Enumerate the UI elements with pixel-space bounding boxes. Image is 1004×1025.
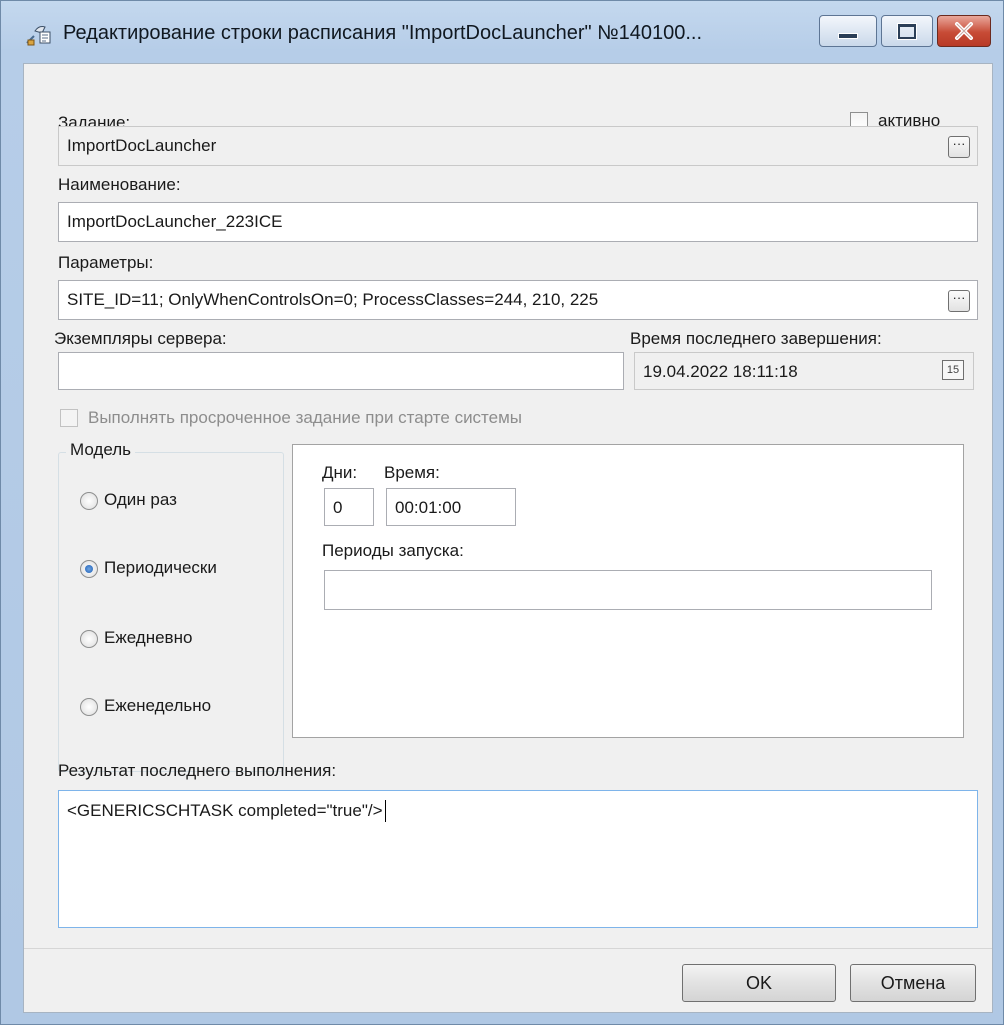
close-button[interactable] [937,15,991,47]
task-field: ImportDocLauncher [58,126,978,166]
window-title: Редактирование строки расписания "Import… [63,22,703,44]
parameters-input[interactable]: SITE_ID=11; OnlyWhenControlsOn=0; Proces… [58,280,978,320]
footer-divider [24,948,992,949]
radio-once-label: Один раз [104,490,177,509]
minimize-icon [838,33,858,39]
radio-once[interactable] [80,492,98,510]
dialog-client-area: Задание: активно ImportDocLauncher ··· Н… [23,63,993,1013]
maximize-icon [898,23,916,39]
radio-selected-dot [85,565,93,573]
text-caret [384,800,386,822]
last-completion-field: 19.04.2022 18:11:18 [634,352,974,390]
radio-weekly[interactable] [80,698,98,716]
server-instances-input[interactable] [58,352,624,390]
time-label: Время: [384,463,440,482]
dialog-window: Редактирование строки расписания "Import… [0,0,1004,1025]
last-result-label: Результат последнего выполнения: [58,761,337,780]
last-completion-label: Время последнего завершения: [630,329,882,348]
last-completion-value: 19.04.2022 18:11:18 [643,362,798,381]
run-overdue-checkbox[interactable] [60,409,78,427]
title-bar[interactable]: Редактирование строки расписания "Import… [1,1,1004,63]
days-value: 0 [333,498,343,517]
ellipsis-icon: ··· [952,136,966,151]
parameters-label: Параметры: [58,253,154,272]
run-overdue-label: Выполнять просроченное задание при старт… [88,408,523,427]
radio-daily-label: Ежедневно [104,628,193,647]
minimize-button[interactable] [819,15,877,47]
server-instances-label: Экземпляры сервера: [54,329,227,348]
periods-label: Периоды запуска: [322,541,464,560]
ok-button[interactable]: OK [682,964,836,1002]
ellipsis-icon: ··· [952,290,966,305]
cancel-button[interactable]: Отмена [850,964,976,1002]
time-value: 00:01:00 [395,498,462,517]
close-icon [955,22,973,40]
name-label: Наименование: [58,175,181,194]
app-icon [25,23,53,47]
time-input[interactable]: 00:01:00 [386,488,516,526]
calendar-icon[interactable]: 15 [942,360,964,380]
task-browse-button[interactable]: ··· [948,136,970,158]
last-result-memo[interactable]: <GENERICSCHTASK completed="true"/> [58,790,978,928]
parameters-browse-button[interactable]: ··· [948,290,970,312]
model-group-label: Модель [66,439,136,461]
radio-daily[interactable] [80,630,98,648]
name-value: ImportDocLauncher_223ICE [67,212,283,231]
maximize-button[interactable] [881,15,933,47]
periods-input[interactable] [324,570,932,610]
radio-weekly-label: Еженедельно [104,696,212,715]
parameters-value: SITE_ID=11; OnlyWhenControlsOn=0; Proces… [67,290,599,309]
last-result-value: <GENERICSCHTASK completed="true"/> [67,801,383,820]
name-input[interactable]: ImportDocLauncher_223ICE [58,202,978,242]
days-label: Дни: [322,463,358,482]
task-value: ImportDocLauncher [67,136,217,155]
radio-periodic[interactable] [80,560,98,578]
days-input[interactable]: 0 [324,488,374,526]
radio-periodic-label: Периодически [104,558,217,577]
